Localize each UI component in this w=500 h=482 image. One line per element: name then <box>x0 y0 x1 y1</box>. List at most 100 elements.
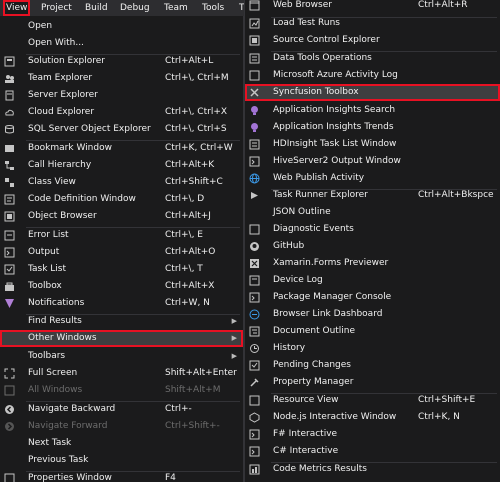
menu-item-label: Toolbox <box>28 281 62 291</box>
submenu-item-resource-view[interactable]: Resource View Ctrl+Shift+E <box>245 392 500 409</box>
azure-activity-icon <box>249 70 260 81</box>
submenu-item-package-manager-console[interactable]: Package Manager Console <box>245 289 500 306</box>
submenu-item-code-metrics-results[interactable]: Code Metrics Results <box>245 461 500 478</box>
menu-item-bookmark-window[interactable]: Bookmark Window Ctrl+K, Ctrl+W <box>0 140 243 157</box>
menu-item-shortcut: Ctrl+K, Ctrl+W <box>165 143 233 153</box>
menu-item-full-screen[interactable]: Full Screen Shift+Alt+Enter <box>0 365 243 382</box>
menu-item-call-hierarchy[interactable]: Call Hierarchy Ctrl+Alt+K <box>0 157 243 174</box>
menu-tools[interactable]: Tools <box>199 0 227 16</box>
submenu-item-azure-activity-log[interactable]: Microsoft Azure Activity Log <box>245 67 500 84</box>
menu-item-label: Xamarin.Forms Previewer <box>273 258 389 268</box>
menu-item-code-definition-window[interactable]: Code Definition Window Ctrl+\, D <box>0 191 243 208</box>
menu-item-object-browser[interactable]: Object Browser Ctrl+Alt+J <box>0 208 243 225</box>
menu-item-label: Device Log <box>273 275 323 285</box>
menu-item-server-explorer[interactable]: Server Explorer <box>0 87 243 104</box>
submenu-item-github[interactable]: GitHub <box>245 238 500 255</box>
class-view-icon <box>4 177 15 188</box>
menu-item-sql-server-object-explorer[interactable]: SQL Server Object Explorer Ctrl+\, Ctrl+… <box>0 121 243 138</box>
submenu-item-property-manager[interactable]: Property Manager <box>245 374 500 391</box>
submenu-item-task-runner-explorer[interactable]: Task Runner Explorer Ctrl+Alt+Bkspce <box>245 187 500 204</box>
submenu-item-web-publish-activity[interactable]: Web Publish Activity <box>245 170 500 187</box>
task-runner-icon <box>249 190 260 201</box>
submenu-item-json-outline[interactable]: JSON Outline <box>245 204 500 221</box>
data-tools-icon <box>249 53 260 64</box>
submenu-item-browser-link-dashboard[interactable]: Browser Link Dashboard <box>245 306 500 323</box>
submenu-arrow-icon: ▶ <box>231 352 237 360</box>
device-log-icon <box>249 275 260 286</box>
submenu-item-device-log[interactable]: Device Log <box>245 272 500 289</box>
menu-item-label: Previous Task <box>28 455 89 465</box>
submenu-item-nodejs-interactive[interactable]: Node.js Interactive Window Ctrl+K, N <box>245 409 500 426</box>
menu-item-label: Open With... <box>28 38 84 48</box>
server-explorer-icon <box>4 90 15 101</box>
menu-item-label: Web Browser <box>273 0 332 10</box>
submenu-item-xamarin-forms-previewer[interactable]: Xamarin.Forms Previewer <box>245 255 500 272</box>
menu-item-other-windows[interactable]: Other Windows ▶ <box>0 330 243 347</box>
menu-item-toolbars[interactable]: Toolbars ▶ <box>0 348 243 365</box>
menu-item-task-list[interactable]: Task List Ctrl+\, T <box>0 261 243 278</box>
menu-item-open[interactable]: Open <box>0 18 243 35</box>
submenu-item-hiveserver2-output[interactable]: HiveServer2 Output Window <box>245 153 500 170</box>
menu-item-label: Pending Changes <box>273 360 351 370</box>
menu-debug[interactable]: Debug <box>117 0 153 16</box>
submenu-item-source-control-explorer[interactable]: Source Control Explorer <box>245 32 500 49</box>
menu-item-label: Syncfusion Toolbox <box>273 87 359 97</box>
menu-item-navigate-forward: Navigate Forward Ctrl+Shift+- <box>0 418 243 435</box>
menu-item-label: F# Interactive <box>273 429 338 439</box>
menu-build[interactable]: Build <box>82 0 111 16</box>
menu-item-label: HiveServer2 Output Window <box>273 156 401 166</box>
code-metrics-icon <box>249 464 260 475</box>
submenu-item-app-insights-search[interactable]: Application Insights Search <box>245 102 500 119</box>
submenu-item-fsharp-interactive[interactable]: F# Interactive <box>245 426 500 443</box>
package-manager-icon <box>249 292 260 303</box>
menu-item-previous-task[interactable]: Previous Task <box>0 452 243 469</box>
all-windows-icon <box>4 385 15 396</box>
submenu-item-document-outline[interactable]: Document Outline <box>245 323 500 340</box>
task-list-icon <box>4 264 15 275</box>
menu-item-label: Task Runner Explorer <box>273 190 368 200</box>
submenu-item-data-tools-operations[interactable]: Data Tools Operations <box>245 50 500 67</box>
document-outline-icon <box>249 326 260 337</box>
submenu-arrow-icon: ▶ <box>231 334 237 342</box>
menu-item-cloud-explorer[interactable]: Cloud Explorer Ctrl+\, Ctrl+X <box>0 104 243 121</box>
menu-project[interactable]: Project <box>38 0 75 16</box>
browser-link-icon <box>249 309 260 320</box>
cloud-icon <box>4 107 15 118</box>
submenu-item-syncfusion-toolbox[interactable]: Syncfusion Toolbox <box>245 84 500 101</box>
submenu-item-hdinsight-task-list[interactable]: HDInsight Task List Window <box>245 136 500 153</box>
menu-item-shortcut: Ctrl+Alt+K <box>165 160 215 170</box>
menu-item-label: Solution Explorer <box>28 56 105 66</box>
menu-item-label: Document Outline <box>273 326 356 336</box>
menu-item-toolbox[interactable]: Toolbox Ctrl+Alt+X <box>0 278 243 295</box>
menu-item-open-with[interactable]: Open With... <box>0 35 243 52</box>
submenu-item-web-browser[interactable]: Web Browser Ctrl+Alt+R <box>245 0 500 14</box>
menu-item-error-list[interactable]: Error List Ctrl+\, E <box>0 227 243 244</box>
menu-item-label: Object Browser <box>28 211 97 221</box>
nodejs-icon <box>249 412 260 423</box>
menu-item-next-task[interactable]: Next Task <box>0 435 243 452</box>
menu-item-notifications[interactable]: Notifications Ctrl+W, N <box>0 295 243 312</box>
menu-team[interactable]: Team <box>161 0 191 16</box>
menu-item-shortcut: F4 <box>165 473 176 482</box>
menu-item-team-explorer[interactable]: Team Explorer Ctrl+\, Ctrl+M <box>0 70 243 87</box>
menu-item-output[interactable]: Output Ctrl+Alt+O <box>0 244 243 261</box>
submenu-item-load-test-runs[interactable]: Load Test Runs <box>245 15 500 32</box>
menu-item-label: Navigate Backward <box>28 404 116 414</box>
menu-item-shortcut: Ctrl+\, D <box>165 194 205 204</box>
submenu-item-diagnostic-events[interactable]: Diagnostic Events <box>245 221 500 238</box>
menu-item-properties-window[interactable]: Properties Window F4 <box>0 470 243 482</box>
menu-view[interactable]: View <box>3 0 31 16</box>
submenu-item-history[interactable]: History <box>245 340 500 357</box>
menu-item-class-view[interactable]: Class View Ctrl+Shift+C <box>0 174 243 191</box>
submenu-item-csharp-interactive[interactable]: C# Interactive <box>245 443 500 460</box>
menu-item-navigate-backward[interactable]: Navigate Backward Ctrl+- <box>0 401 243 418</box>
menu-item-label: Team Explorer <box>28 73 93 83</box>
menu-item-label: Toolbars <box>28 351 66 361</box>
syncfusion-icon <box>249 87 260 98</box>
submenu-item-app-insights-trends[interactable]: Application Insights Trends <box>245 119 500 136</box>
menu-item-solution-explorer[interactable]: Solution Explorer Ctrl+Alt+L <box>0 53 243 70</box>
submenu-item-pending-changes[interactable]: Pending Changes <box>245 357 500 374</box>
menu-item-shortcut: Ctrl+Alt+J <box>165 211 211 221</box>
menu-item-find-results[interactable]: Find Results ▶ <box>0 313 243 330</box>
menu-item-label: Open <box>28 21 53 31</box>
